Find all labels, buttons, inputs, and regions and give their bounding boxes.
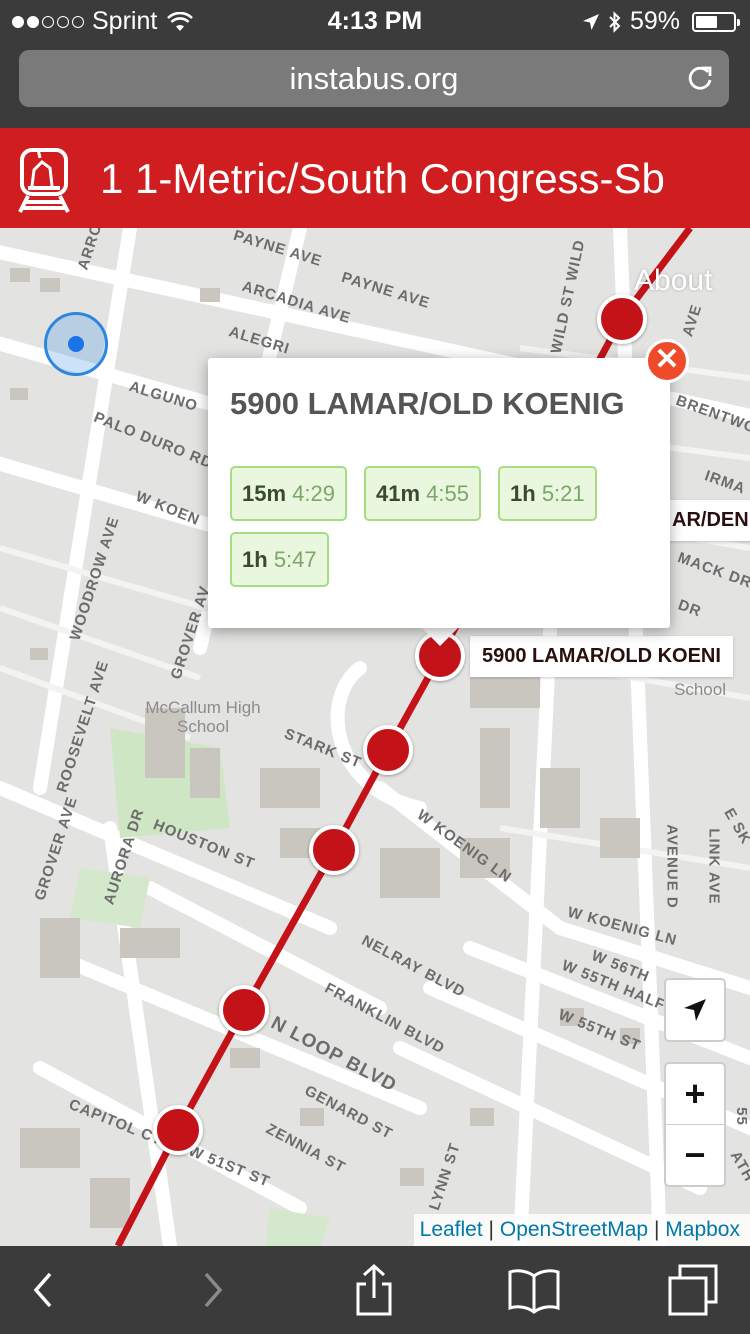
route-header: 1 1-Metric/South Congress-Sb <box>0 128 750 228</box>
arrival-minutes: 1h <box>242 547 268 572</box>
bus-stop-marker[interactable] <box>309 825 359 875</box>
bus-stop-marker[interactable] <box>597 294 647 344</box>
mapbox-link[interactable]: Mapbox <box>665 1218 740 1241</box>
locate-control <box>664 978 726 1042</box>
train-unicorn-logo-icon[interactable] <box>16 146 72 214</box>
url-text: instabus.org <box>289 61 459 96</box>
locate-arrow-icon <box>684 999 706 1021</box>
arrival-time[interactable]: 1h 5:21 <box>498 466 597 521</box>
status-bar: Sprint 4:13 PM 59% <box>0 0 750 42</box>
carrier-name: Sprint <box>92 7 158 35</box>
book-icon[interactable] <box>506 1262 562 1318</box>
arrival-minutes: 1h <box>510 481 536 506</box>
zoom-out-button[interactable]: − <box>666 1125 724 1185</box>
attribution-separator: | <box>653 1218 660 1241</box>
popup-title: 5900 LAMAR/OLD KOENIG <box>230 386 625 421</box>
arrival-time[interactable]: 1h 5:47 <box>230 532 329 587</box>
bluetooth-icon <box>609 10 621 33</box>
arrival-clock: 4:55 <box>426 481 469 506</box>
route-title: 1 1-Metric/South Congress-Sb <box>100 155 665 202</box>
zoom-in-button[interactable]: + <box>666 1064 724 1124</box>
location-arrow-icon <box>582 13 599 30</box>
bus-stop-marker[interactable] <box>363 725 413 775</box>
stop-label[interactable]: AR/DEN <box>660 500 750 541</box>
arrival-clock: 5:47 <box>273 547 317 572</box>
share-icon[interactable] <box>346 1262 402 1318</box>
arrival-clock: 5:21 <box>541 481 585 506</box>
arrival-time[interactable]: 41m 4:55 <box>364 466 481 521</box>
street-label: 55 <box>732 1107 750 1126</box>
about-link[interactable]: About <box>634 264 712 298</box>
stop-popup: 5900 LAMAR/OLD KOENIG 15m 4:29 41m 4:55 … <box>208 358 670 628</box>
map[interactable]: Arro Payne Ave Payne Ave Arcadia Ave Ale… <box>0 228 750 1246</box>
reload-icon[interactable] <box>685 64 715 94</box>
forward-chevron-icon[interactable] <box>184 1262 240 1318</box>
street-label: Avenue D <box>663 824 681 909</box>
street-label: Link Ave <box>705 828 723 905</box>
poi-label: School <box>674 680 726 699</box>
signal-strength-icon <box>12 15 84 28</box>
poi-label: McCallum High School <box>145 698 261 736</box>
popup-close-button[interactable]: ✕ <box>645 339 689 383</box>
arrival-minutes: 41m <box>376 481 421 506</box>
stop-label[interactable]: 5900 LAMAR/OLD KOENI <box>470 636 733 677</box>
tabs-icon[interactable] <box>666 1262 722 1318</box>
arrival-clock: 4:29 <box>292 481 335 506</box>
battery-icon <box>692 11 740 32</box>
user-location-marker <box>44 312 108 376</box>
arrival-time[interactable]: 15m 4:29 <box>230 466 347 521</box>
back-chevron-icon[interactable] <box>16 1262 72 1318</box>
address-bar[interactable]: instabus.org <box>19 50 729 107</box>
status-right: 59% <box>582 7 740 36</box>
leaflet-link[interactable]: Leaflet <box>420 1218 483 1241</box>
wifi-icon <box>167 11 194 31</box>
status-left: Sprint <box>12 7 194 36</box>
browser-toolbar <box>0 1246 750 1334</box>
map-attribution: Leaflet | OpenStreetMap | Mapbox <box>413 1214 750 1246</box>
battery-percent: 59% <box>629 7 680 35</box>
browser-chrome: instabus.org <box>0 42 750 128</box>
arrival-minutes: 15m <box>242 481 287 506</box>
openstreetmap-link[interactable]: OpenStreetMap <box>500 1218 648 1241</box>
bus-stop-marker[interactable] <box>153 1105 203 1155</box>
bus-stop-marker[interactable] <box>219 985 269 1035</box>
attribution-separator: | <box>488 1218 495 1241</box>
locate-button[interactable] <box>666 980 724 1040</box>
zoom-control: + − <box>664 1062 726 1187</box>
